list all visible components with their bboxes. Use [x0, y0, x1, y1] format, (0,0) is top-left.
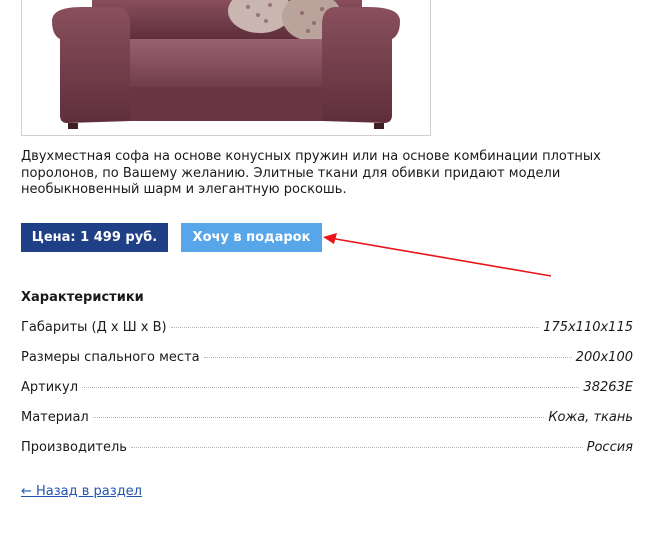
specs-heading: Характеристики [21, 290, 144, 305]
back-link[interactable]: ← Назад в раздел [21, 484, 142, 499]
spec-value: 200x100 [575, 350, 633, 365]
spec-value: 175x110x115 [543, 320, 633, 335]
product-photo [21, 0, 431, 136]
spec-label: Габариты (Д х Ш х В) [21, 320, 167, 335]
sofa-image [22, 0, 430, 135]
spec-label: Размеры спального места [21, 350, 200, 365]
price-badge: Цена: 1 499 руб. [21, 223, 168, 252]
dotted-leader [82, 387, 580, 388]
spec-label: Артикул [21, 380, 79, 395]
dotted-leader [170, 327, 540, 328]
dotted-leader [92, 417, 545, 418]
spec-value: 38263E [583, 380, 633, 395]
gift-button[interactable]: Хочу в подарок [181, 223, 322, 252]
dotted-leader [130, 447, 583, 448]
spec-label: Производитель [21, 440, 127, 455]
spec-label: Материал [21, 410, 89, 425]
spec-row: Размеры спального места 200x100 [21, 350, 633, 380]
spec-value: Россия [586, 440, 633, 455]
spec-row: Артикул 38263E [21, 380, 633, 410]
spec-row: Материал Кожа, ткань [21, 410, 633, 440]
spec-value: Кожа, ткань [548, 410, 633, 425]
spec-row: Производитель Россия [21, 440, 633, 470]
spec-row: Габариты (Д х Ш х В) 175x110x115 [21, 320, 633, 350]
specs-list: Габариты (Д х Ш х В) 175x110x115 Размеры… [21, 320, 633, 470]
dotted-leader [203, 357, 572, 358]
product-description: Двухместная софа на основе конусных пруж… [21, 149, 601, 197]
